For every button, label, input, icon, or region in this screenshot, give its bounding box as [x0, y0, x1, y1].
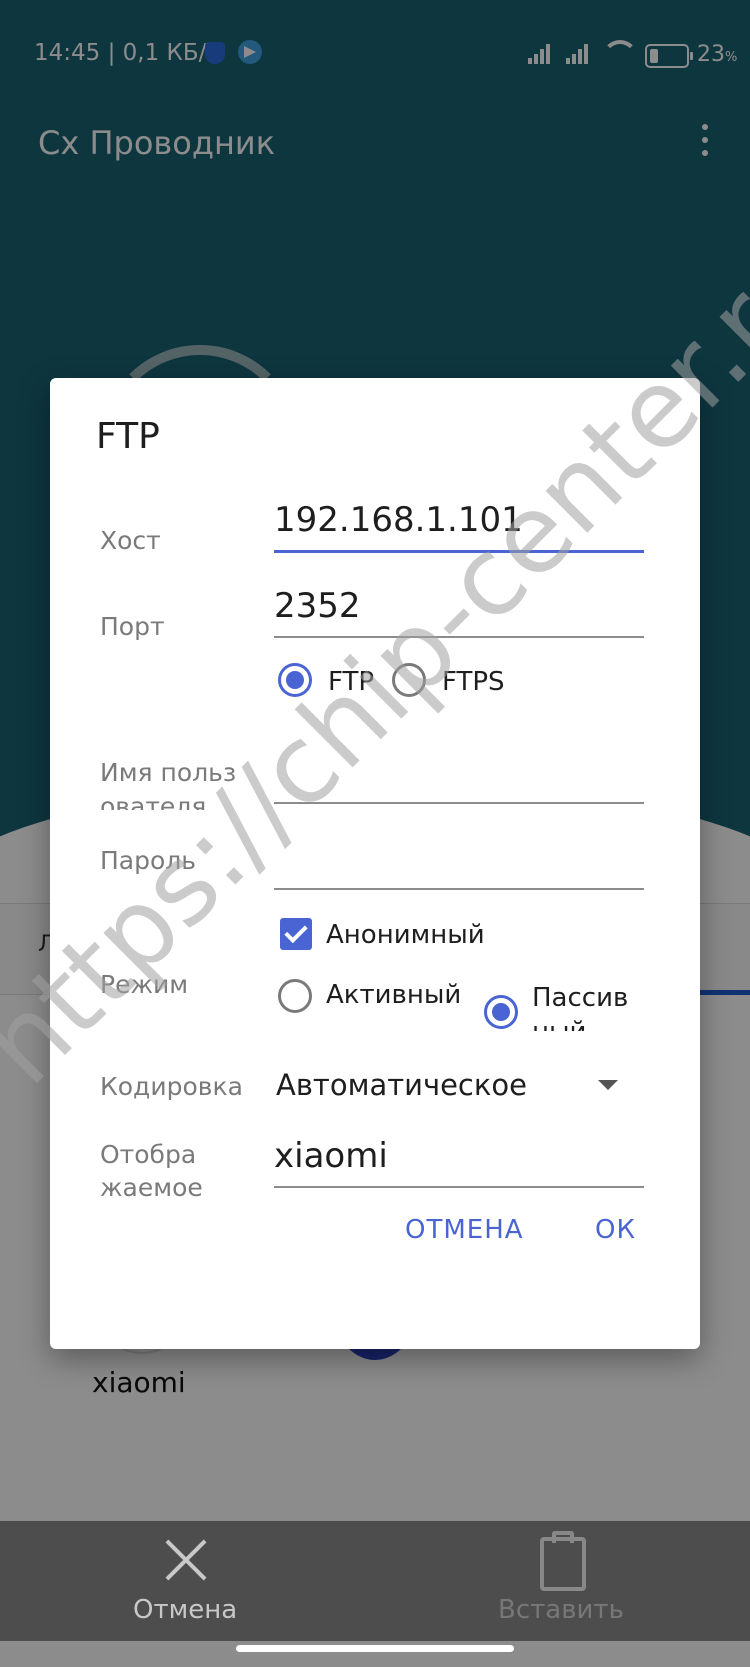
password-field[interactable] [274, 826, 644, 890]
display-name-input[interactable]: xiaomi [274, 1124, 644, 1188]
active-mode-label[interactable]: Активный [326, 980, 461, 1010]
port-value: 2352 [274, 586, 361, 626]
encoding-value: Автоматическое [276, 1068, 527, 1102]
close-icon[interactable] [163, 1537, 209, 1583]
dropdown-arrow-icon [598, 1080, 618, 1090]
gesture-nav-bar[interactable] [236, 1645, 514, 1652]
encoding-label: Кодировка [100, 1072, 243, 1101]
encoding-dropdown[interactable]: Автоматическое [276, 1060, 626, 1110]
ok-button[interactable]: ОК [595, 1215, 636, 1245]
clipboard-icon [540, 1531, 586, 1591]
bottom-paste-label: Вставить [498, 1595, 624, 1625]
bottom-cancel-label[interactable]: Отмена [133, 1595, 237, 1625]
cancel-button[interactable]: ОТМЕНА [405, 1215, 524, 1245]
display-name-label: Отобра жаемое [100, 1140, 203, 1202]
passive-mode-label[interactable]: Пассив ный [532, 981, 652, 1031]
active-mode-radio[interactable] [278, 979, 312, 1013]
anonymous-checkbox[interactable] [280, 918, 312, 950]
dialog-title: FTP [96, 416, 160, 457]
host-label: Хост [100, 526, 161, 555]
anonymous-label[interactable]: Анонимный [326, 920, 485, 950]
display-name-value: xiaomi [274, 1136, 388, 1176]
bottom-action-bar: Отмена Вставить [0, 1521, 750, 1641]
passive-mode-radio[interactable] [484, 995, 518, 1029]
port-label: Порт [100, 612, 165, 641]
